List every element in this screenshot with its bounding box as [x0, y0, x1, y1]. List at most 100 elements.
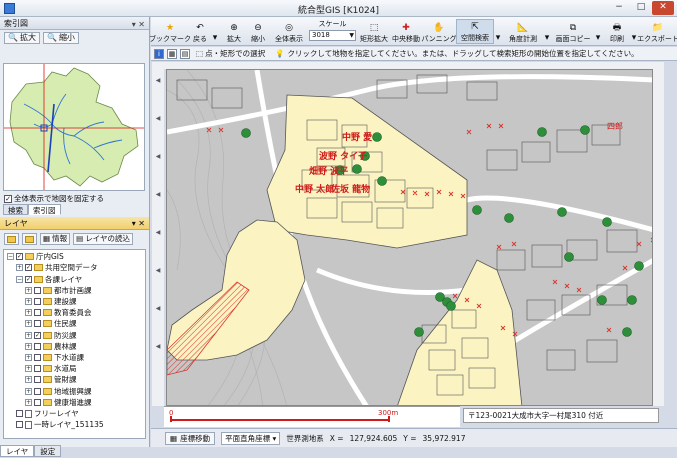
- projection-select[interactable]: 平面直角座標 ▾: [221, 431, 281, 445]
- back-dropdown[interactable]: ▾: [211, 19, 219, 44]
- map-view[interactable]: 中野 愛波野 タイ子 畑野 波平 中野 太郎 佐坂 龍物 四郎: [166, 69, 653, 406]
- layer-checkbox[interactable]: [34, 387, 41, 395]
- scroll-left-arrow-8[interactable]: ◀: [156, 328, 161, 366]
- overview-map[interactable]: [3, 63, 145, 191]
- scale-select[interactable]: 3018 ▼: [309, 30, 356, 41]
- layer-tree-item[interactable]: 一時レイヤ_151135: [7, 420, 104, 430]
- layer-tree-item[interactable]: フリーレイヤ: [7, 409, 79, 419]
- top-scrollbar[interactable]: [164, 62, 652, 69]
- scroll-left-arrow-5[interactable]: ◀: [156, 214, 161, 252]
- expand-icon[interactable]: +: [16, 264, 23, 272]
- zoom-in-icon: ⊕: [230, 23, 238, 33]
- expand-icon[interactable]: +: [25, 354, 32, 362]
- close-button[interactable]: ✕: [652, 1, 674, 15]
- layer-tree-item[interactable]: + 都市計画課: [25, 286, 92, 296]
- center-move-button[interactable]: ✚ 中央移動: [391, 19, 421, 44]
- layer-checkbox[interactable]: [34, 286, 41, 294]
- vertical-scrollbar[interactable]: [652, 62, 664, 406]
- overview-zoom-in-button[interactable]: 🔍 拡大: [4, 32, 40, 44]
- layer-tree-item[interactable]: − ✓ 庁内GIS: [7, 252, 64, 262]
- expand-icon[interactable]: +: [25, 376, 32, 384]
- screen-copy-dropdown[interactable]: ▾: [594, 19, 602, 44]
- layer-tree-item[interactable]: − ✓ 各課レイヤ: [16, 274, 82, 284]
- spatial-search-dropdown[interactable]: ▾: [494, 19, 502, 44]
- layer-checkbox[interactable]: [16, 421, 23, 429]
- layer-checkbox[interactable]: [34, 376, 41, 384]
- grid-icon[interactable]: ▦: [167, 48, 177, 59]
- open-folder-button[interactable]: [22, 233, 37, 245]
- scroll-left-arrow-3[interactable]: ◀: [156, 138, 161, 176]
- layer-tree-item[interactable]: + 水道局: [25, 364, 77, 374]
- layer-tree-item[interactable]: + 住民課: [25, 319, 77, 329]
- collapse-icon[interactable]: −: [16, 275, 23, 283]
- info-button[interactable]: ▦ 情報: [40, 233, 71, 245]
- bookmark-button[interactable]: ★ ブックマーク: [149, 19, 191, 44]
- spatial-search-button[interactable]: ⇱ 空間検索: [456, 19, 494, 44]
- layer-checkbox[interactable]: [34, 309, 41, 317]
- collapse-icon[interactable]: −: [7, 253, 14, 261]
- layer-tree-item[interactable]: + 地域振興課: [25, 386, 92, 396]
- maximize-button[interactable]: □: [630, 1, 652, 15]
- angle-measure-dropdown[interactable]: ▾: [543, 19, 551, 44]
- layer-tree-item[interactable]: + 管財課: [25, 375, 77, 385]
- scroll-left-arrow-4[interactable]: ◀: [156, 176, 161, 214]
- export-button[interactable]: 📁 エクスポート: [637, 19, 677, 44]
- expand-icon[interactable]: +: [25, 387, 32, 395]
- layer-checkbox[interactable]: ✓: [25, 275, 32, 283]
- load-layer-button[interactable]: ▤ レイヤの読込: [73, 233, 133, 245]
- layer-checkbox[interactable]: [34, 298, 41, 306]
- layer-checkbox[interactable]: [34, 398, 41, 406]
- layer-pin-icon[interactable]: ▾ ✕: [132, 217, 145, 230]
- layer-tree-item[interactable]: + ✓ 防災課: [25, 330, 77, 340]
- print-button[interactable]: 🖶 印刷: [604, 19, 630, 44]
- layer-checkbox[interactable]: [34, 320, 41, 328]
- info-icon[interactable]: i: [154, 48, 164, 59]
- pin-icon[interactable]: ▾ ✕: [132, 18, 145, 31]
- zoom-in-button[interactable]: ⊕ 拡大: [223, 19, 245, 44]
- layer-tree-label: 庁内GIS: [36, 252, 64, 262]
- expand-icon[interactable]: +: [25, 398, 32, 406]
- new-folder-button[interactable]: [4, 233, 19, 245]
- panning-button[interactable]: ✋ パンニング: [421, 19, 456, 44]
- minimize-button[interactable]: −: [608, 1, 630, 15]
- back-button[interactable]: ↶ 戻る: [189, 19, 211, 44]
- tab-overview[interactable]: 索引図: [28, 204, 61, 215]
- expand-icon[interactable]: +: [25, 365, 32, 373]
- expand-icon[interactable]: +: [25, 309, 32, 317]
- layer-checkbox[interactable]: [34, 365, 41, 373]
- expand-icon[interactable]: +: [25, 286, 32, 294]
- zoom-out-button[interactable]: ⊖ 縮小: [247, 19, 269, 44]
- layer-checkbox[interactable]: [34, 354, 41, 362]
- layer-tree-item[interactable]: + 建設課: [25, 297, 77, 307]
- layer-tree-item[interactable]: + ✓ 共用空間データ: [16, 263, 98, 273]
- angle-measure-button[interactable]: 📐 角度計測: [503, 19, 543, 44]
- scroll-left-arrow-2[interactable]: ◀: [156, 100, 161, 138]
- expand-icon[interactable]: +: [25, 331, 32, 339]
- layer-checkbox[interactable]: ✓: [16, 253, 23, 261]
- layer-checkbox[interactable]: [16, 410, 23, 418]
- layer-tree[interactable]: − ✓ 庁内GIS + ✓ 共用空間データ − ✓ 各課レイヤ + 都市計画課 + 建設課 + 教育委員会 +…: [3, 249, 146, 439]
- expand-icon[interactable]: +: [25, 342, 32, 350]
- overview-zoom-out-button[interactable]: 🔍 縮小: [42, 32, 79, 44]
- layers-icon[interactable]: ▤: [180, 48, 190, 59]
- scroll-left-arrow-6[interactable]: ◀: [156, 252, 161, 290]
- rect-zoom-button[interactable]: ⬚ 矩形拡大: [359, 19, 389, 44]
- layer-tree-item[interactable]: + 下水道課: [25, 353, 84, 363]
- full-view-button[interactable]: ◎ 全体表示: [273, 19, 305, 44]
- scroll-left-arrow-1[interactable]: ◀: [156, 62, 161, 100]
- fix-map-checkbox[interactable]: ✓: [4, 194, 12, 203]
- expand-icon[interactable]: +: [25, 298, 32, 306]
- layer-tree-item[interactable]: + 教育委員会: [25, 308, 92, 318]
- layer-tree-item[interactable]: + 健康増進課: [25, 398, 92, 408]
- map-canvas[interactable]: [167, 70, 653, 406]
- expand-icon[interactable]: +: [25, 320, 32, 328]
- scroll-left-arrow-7[interactable]: ◀: [156, 290, 161, 328]
- tab-search[interactable]: 検索: [3, 204, 28, 215]
- layer-checkbox[interactable]: ✓: [25, 264, 32, 272]
- coord-move-button[interactable]: ▦ 座標移動: [165, 431, 216, 445]
- screen-copy-button[interactable]: ⧉ 画面コピー: [554, 19, 592, 44]
- layer-checkbox[interactable]: [34, 342, 41, 350]
- layer-checkbox[interactable]: ✓: [34, 331, 41, 339]
- fix-map-row[interactable]: ✓ 全体表示で地図を固定する: [4, 193, 104, 204]
- layer-tree-item[interactable]: + 農林課: [25, 342, 77, 352]
